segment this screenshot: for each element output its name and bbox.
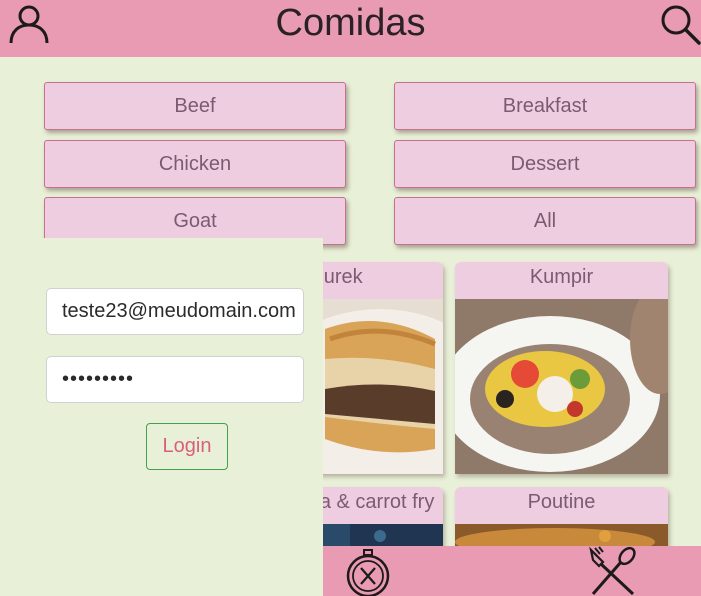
page-title: Comidas xyxy=(275,2,426,44)
category-button-all[interactable]: All xyxy=(394,197,696,245)
meal-photo xyxy=(455,524,668,547)
category-button-chicken[interactable]: Chicken xyxy=(44,140,346,188)
bottom-nav xyxy=(323,546,701,596)
meal-name: Kumpir xyxy=(529,266,594,288)
app-header: Comidas xyxy=(0,0,701,57)
meal-name: Poutine xyxy=(527,491,596,513)
email-field[interactable]: teste23@meudomain.com xyxy=(46,288,304,335)
search-icon[interactable] xyxy=(659,3,701,45)
meal-card[interactable]: Kumpir xyxy=(455,262,668,474)
compass-icon[interactable] xyxy=(344,548,392,596)
meal-card[interactable]: Poutine xyxy=(455,487,668,547)
category-button-dessert[interactable]: Dessert xyxy=(394,140,696,188)
password-field[interactable]: ••••••••• xyxy=(46,356,304,403)
login-panel: teste23@meudomain.com ••••••••• Login xyxy=(0,238,323,596)
login-button[interactable]: Login xyxy=(146,423,228,470)
category-button-breakfast[interactable]: Breakfast xyxy=(394,82,696,130)
fork-knife-icon[interactable] xyxy=(587,546,639,596)
category-button-beef[interactable]: Beef xyxy=(44,82,346,130)
meal-photo xyxy=(455,299,668,474)
